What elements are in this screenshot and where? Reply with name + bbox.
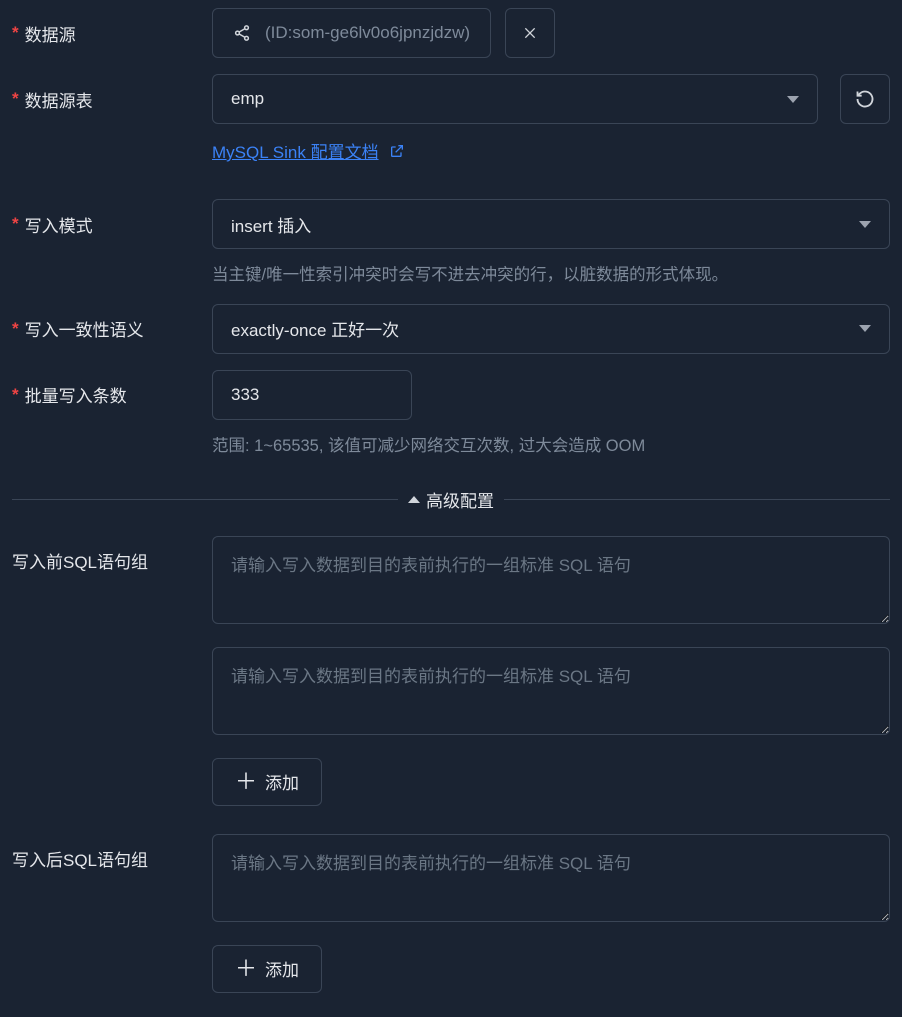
chevron-down-icon xyxy=(787,96,799,103)
write-mode-select[interactable]: insert 插入 xyxy=(212,199,890,249)
pre-sql-textarea-0[interactable] xyxy=(212,536,890,624)
write-mode-help: 当主键/唯一性索引冲突时会写不进去冲突的行，以脏数据的形式体现。 xyxy=(212,263,890,288)
advanced-divider: 高级配置 xyxy=(12,487,890,512)
divider-line xyxy=(504,499,890,500)
label-text: 数据源表 xyxy=(25,87,93,112)
plus-icon: ＋ xyxy=(235,958,257,980)
table-selected-value: emp xyxy=(231,89,264,109)
row-table: * 数据源表 emp MySQL Sink 配置文档 xyxy=(12,74,890,183)
required-marker: * xyxy=(12,23,19,43)
mysql-sink-doc-link[interactable]: MySQL Sink 配置文档 xyxy=(212,138,379,163)
row-consistency: * 写入一致性语义 exactly-once 正好一次 xyxy=(12,304,890,354)
consistency-select[interactable]: exactly-once 正好一次 xyxy=(212,304,890,354)
label-text: 写入前SQL语句组 xyxy=(12,548,148,573)
label-batch-count: * 批量写入条数 xyxy=(12,370,212,420)
advanced-label: 高级配置 xyxy=(426,487,494,512)
doc-link-row: MySQL Sink 配置文档 xyxy=(212,138,405,163)
required-marker: * xyxy=(12,319,19,339)
label-consistency: * 写入一致性语义 xyxy=(12,304,212,354)
share-icon xyxy=(233,24,251,42)
required-marker: * xyxy=(12,214,19,234)
datasource-chip[interactable]: (ID:som-ge6lv0o6jpnzjdzw) xyxy=(212,8,491,58)
advanced-toggle[interactable]: 高级配置 xyxy=(398,487,504,512)
pre-sql-textarea-1[interactable] xyxy=(212,647,890,735)
row-batch-count: * 批量写入条数 范围: 1~65535, 该值可减少网络交互次数, 过大会造成… xyxy=(12,370,890,459)
write-mode-value: insert 插入 xyxy=(231,212,311,237)
close-icon xyxy=(522,25,538,41)
divider-line xyxy=(12,499,398,500)
datasource-value: (ID:som-ge6lv0o6jpnzjdzw) xyxy=(265,23,470,43)
consistency-value: exactly-once 正好一次 xyxy=(231,316,399,341)
table-select[interactable]: emp xyxy=(212,74,818,124)
add-label: 添加 xyxy=(265,956,299,981)
required-marker: * xyxy=(12,89,19,109)
required-marker: * xyxy=(12,385,19,405)
add-pre-sql-button[interactable]: ＋ 添加 xyxy=(212,758,322,806)
label-text: 写入一致性语义 xyxy=(25,316,144,341)
chevron-down-icon xyxy=(859,325,871,332)
add-label: 添加 xyxy=(265,769,299,794)
label-table: * 数据源表 xyxy=(12,74,212,124)
refresh-icon xyxy=(855,89,875,109)
batch-count-input[interactable] xyxy=(212,370,412,420)
row-post-sql: 写入后SQL语句组 ＋ 添加 xyxy=(12,834,890,993)
post-sql-textarea-0[interactable] xyxy=(212,834,890,922)
row-datasource: * 数据源 (ID:som-ge6lv0o6jpnzjdzw) xyxy=(12,8,890,58)
add-post-sql-button[interactable]: ＋ 添加 xyxy=(212,945,322,993)
label-datasource: * 数据源 xyxy=(12,8,212,58)
plus-icon: ＋ xyxy=(235,771,257,793)
external-link-icon xyxy=(389,143,405,159)
label-text: 批量写入条数 xyxy=(25,382,127,407)
label-text: 写入后SQL语句组 xyxy=(12,846,148,871)
clear-datasource-button[interactable] xyxy=(505,8,555,58)
chevron-down-icon xyxy=(859,221,871,228)
label-pre-sql: 写入前SQL语句组 xyxy=(12,536,212,586)
refresh-table-button[interactable] xyxy=(840,74,890,124)
batch-count-help: 范围: 1~65535, 该值可减少网络交互次数, 过大会造成 OOM xyxy=(212,434,890,459)
chevron-up-icon xyxy=(408,496,420,503)
row-pre-sql: 写入前SQL语句组 ＋ 添加 xyxy=(12,536,890,806)
label-text: 数据源 xyxy=(25,21,76,46)
label-text: 写入模式 xyxy=(25,212,93,237)
label-write-mode: * 写入模式 xyxy=(12,199,212,249)
row-write-mode: * 写入模式 insert 插入 当主键/唯一性索引冲突时会写不进去冲突的行，以… xyxy=(12,199,890,288)
label-post-sql: 写入后SQL语句组 xyxy=(12,834,212,884)
